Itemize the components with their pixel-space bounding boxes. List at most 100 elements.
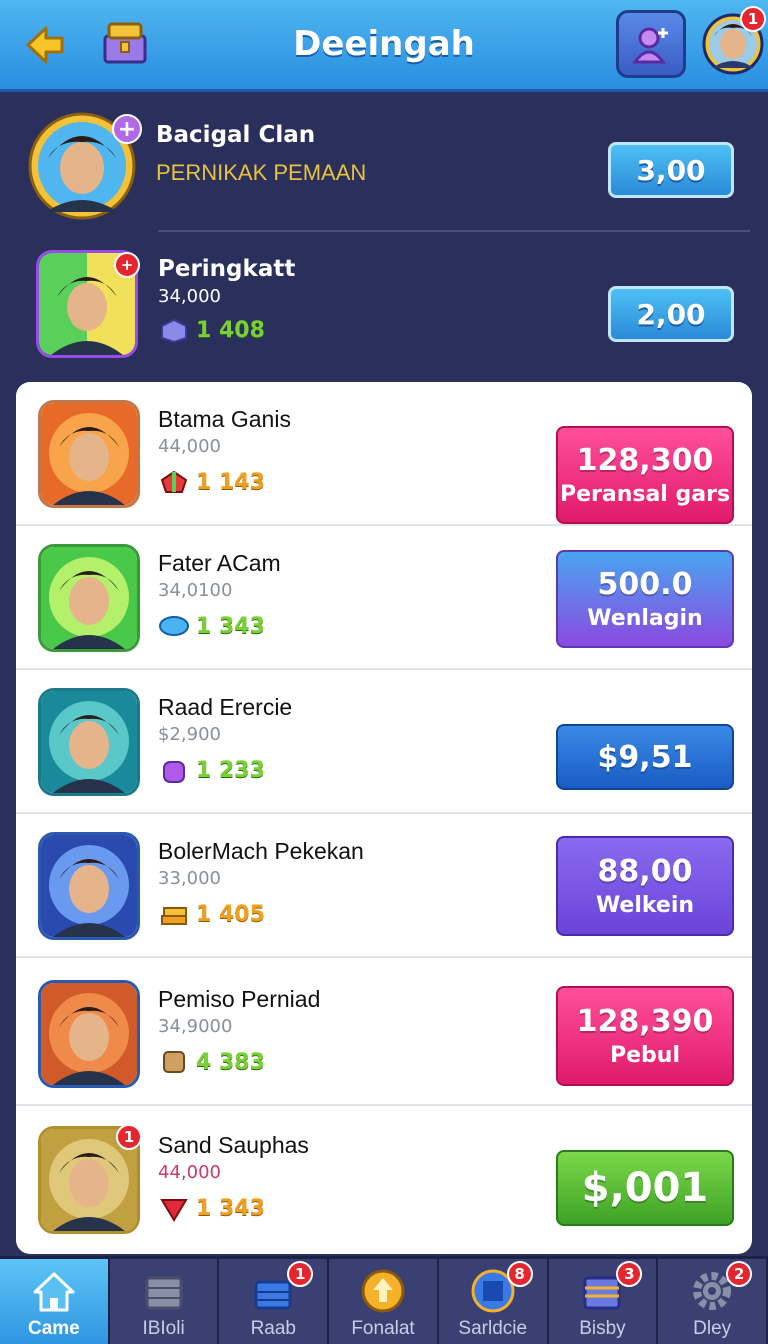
action-button-value: 88,00 xyxy=(597,854,693,889)
notification-badge: 3 xyxy=(616,1261,643,1287)
action-button-label: Pebul xyxy=(610,1043,680,1068)
upgrade-coin-icon xyxy=(361,1269,405,1313)
rank-row: + Peringkatt 34,000 1 408 2,00 xyxy=(0,240,768,380)
nav-item-fonalat[interactable]: Fonalat xyxy=(329,1259,439,1344)
player-score: 44,000 xyxy=(158,436,221,457)
list-item[interactable]: Fater ACam 34,0100 1 343 500.0 Wenlagin xyxy=(16,526,752,670)
clan-subtitle: PERNIKAK PEMAAN xyxy=(156,160,367,185)
treasure-chest-icon xyxy=(103,22,147,64)
nav-label: Raab xyxy=(250,1318,296,1339)
player-stat-value: 1 233 xyxy=(196,757,265,783)
action-button[interactable]: 128,300 Peransal gars xyxy=(556,426,734,524)
action-button[interactable]: 500.0 Wenlagin xyxy=(556,550,734,648)
nav-label: Fonalat xyxy=(351,1318,415,1339)
divider xyxy=(158,230,750,232)
player-avatar xyxy=(38,832,140,940)
nav-item-dley[interactable]: 2 Dley xyxy=(658,1259,768,1344)
disc-icon xyxy=(159,616,189,636)
player-name: BolerMach Pekekan xyxy=(158,838,364,864)
bottom-nav: Came IBIoli 1 Raab Fonalat 8 Sarldcie 3 xyxy=(0,1256,768,1344)
nav-label: IBIoli xyxy=(142,1318,185,1339)
divider xyxy=(16,1104,752,1106)
rank-stat-value: 1 408 xyxy=(196,317,265,343)
player-name: Fater ACam xyxy=(158,550,281,576)
gem-box-icon xyxy=(161,318,187,344)
player-score: $2,900 xyxy=(158,724,221,745)
avatar xyxy=(41,691,137,793)
avatar xyxy=(41,547,137,649)
action-button-value: 128,300 xyxy=(576,443,714,478)
nav-item-game[interactable]: Came xyxy=(0,1259,110,1344)
barrel-icon xyxy=(163,1051,185,1073)
arrow-left-icon xyxy=(26,26,64,64)
home-icon xyxy=(33,1272,75,1312)
action-button-value: 500.0 xyxy=(597,567,693,602)
clan-avatar[interactable]: + xyxy=(26,110,142,222)
divider xyxy=(16,956,752,958)
nav-item-bisby[interactable]: 3 Bisby xyxy=(548,1259,659,1344)
rank-value-button[interactable]: 2,00 xyxy=(608,286,734,342)
action-button[interactable]: $9,51 xyxy=(556,724,734,790)
player-name: Pemiso Perniad xyxy=(158,986,321,1012)
clan-name: Bacigal Clan xyxy=(156,122,316,148)
list-item[interactable]: 1 Sand Sauphas 44,000 1 343 $,001 xyxy=(16,1108,752,1252)
potion-icon xyxy=(163,761,185,783)
action-button-label: Welkein xyxy=(595,893,695,918)
add-friend-button[interactable] xyxy=(616,10,686,78)
action-button-value: 128,390 xyxy=(576,1004,714,1039)
player-stat: 1 233 xyxy=(158,756,265,784)
gift-icon xyxy=(160,470,188,493)
action-button-value: $9,51 xyxy=(597,739,693,775)
add-icon[interactable]: + xyxy=(112,114,142,144)
nav-label: Dley xyxy=(693,1318,732,1339)
player-name: Sand Sauphas xyxy=(158,1132,309,1158)
player-stat-value: 1 343 xyxy=(196,613,265,639)
player-avatar xyxy=(38,980,140,1088)
add-friend-icon xyxy=(632,27,668,64)
nav-label: Sarldcie xyxy=(458,1318,528,1339)
shop-button[interactable] xyxy=(96,14,154,72)
gold-stack-icon xyxy=(161,907,187,925)
notification-badge: + xyxy=(114,252,140,278)
player-name: Raad Erercie xyxy=(158,694,293,720)
avatar xyxy=(41,403,137,505)
player-name: Btama Ganis xyxy=(158,406,291,432)
player-stat: 1 143 xyxy=(158,468,265,496)
rank-stat: 1 408 xyxy=(158,316,265,344)
clan-value-button[interactable]: 3,00 xyxy=(608,142,734,198)
player-score: 44,000 xyxy=(158,1162,221,1183)
player-avatar xyxy=(38,400,140,508)
player-score: 34,9000 xyxy=(158,1016,233,1037)
nav-item-blocks[interactable]: IBIoli xyxy=(109,1259,220,1344)
notification-badge: 1 xyxy=(287,1261,314,1287)
player-stat-value: 4 383 xyxy=(196,1049,265,1075)
list-item[interactable]: Btama Ganis 44,000 1 143 128,300 Peransa… xyxy=(16,382,752,526)
list-item[interactable]: Pemiso Perniad 34,9000 4 383 128,390 Peb… xyxy=(16,962,752,1106)
bricks-icon xyxy=(145,1276,183,1310)
player-avatar xyxy=(38,688,140,796)
page-title: Deeingah xyxy=(293,24,475,64)
player-stat: 1 343 xyxy=(158,1194,265,1222)
player-stat: 4 383 xyxy=(158,1048,265,1076)
notification-badge: 1 xyxy=(116,1124,142,1150)
top-bar: Deeingah 1 xyxy=(0,0,768,92)
action-button[interactable]: $,001 xyxy=(556,1150,734,1226)
nav-item-raab[interactable]: 1 Raab xyxy=(219,1259,330,1344)
profile-avatar[interactable]: 1 xyxy=(700,6,766,78)
player-stat-value: 1 343 xyxy=(196,1195,265,1221)
rank-name: Peringkatt xyxy=(158,256,296,282)
player-score: 34,0100 xyxy=(158,580,233,601)
action-button[interactable]: 128,390 Pebul xyxy=(556,986,734,1086)
player-stat-value: 1 143 xyxy=(196,469,265,495)
notification-badge: 2 xyxy=(726,1261,753,1287)
avatar xyxy=(41,983,137,1085)
back-button[interactable] xyxy=(18,18,72,72)
nav-item-sarldcie[interactable]: 8 Sarldcie xyxy=(438,1259,549,1344)
action-button-label: Peransal gars xyxy=(559,482,731,507)
list-item[interactable]: Raad Erercie $2,900 1 233 $9,51 xyxy=(16,670,752,814)
rank-subtitle: 34,000 xyxy=(158,286,221,307)
nav-label: Came xyxy=(27,1318,80,1339)
list-item[interactable]: BolerMach Pekekan 33,000 1 405 88,00 Wel… xyxy=(16,814,752,958)
player-list: Btama Ganis 44,000 1 143 128,300 Peransa… xyxy=(16,382,752,1254)
action-button[interactable]: 88,00 Welkein xyxy=(556,836,734,936)
